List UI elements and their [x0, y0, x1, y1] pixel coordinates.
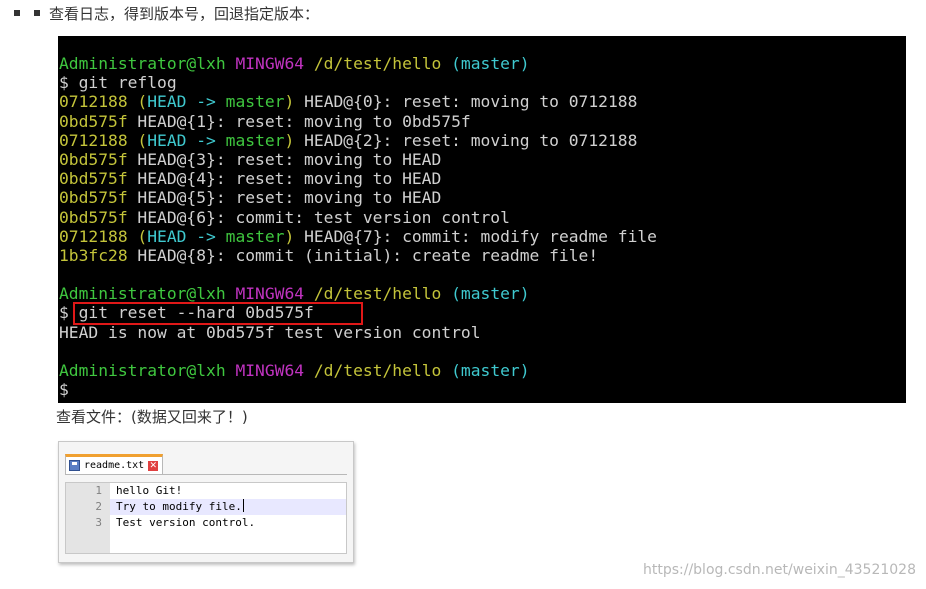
page: 查看日志，得到版本号，回退指定版本： Administrator@lxh MIN…	[0, 0, 926, 589]
terminal-line: Administrator@lxh MINGW64 /d/test/hello …	[58, 54, 906, 73]
terminal-text: MINGW64	[235, 284, 314, 304]
terminal-text: 0712188	[59, 92, 138, 112]
terminal-line: 0712188 (HEAD -> master) HEAD@{7}: commi…	[58, 227, 906, 246]
terminal-text: master	[225, 130, 285, 150]
terminal-text: HEAD@{6}: commit: test version control	[137, 207, 510, 227]
terminal-text: 0bd575f	[59, 149, 138, 169]
terminal-text: )	[284, 130, 295, 150]
terminal-text: 0bd575f	[59, 111, 138, 131]
text-caret	[242, 499, 244, 512]
terminal-line: $	[58, 380, 906, 399]
terminal-line: 0bd575f HEAD@{5}: reset: moving to HEAD	[58, 188, 906, 207]
terminal-line: HEAD is now at 0bd575f test version cont…	[58, 323, 906, 342]
line-number: 2	[66, 499, 110, 515]
editor-tab-strip: readme.txt ✕	[65, 454, 347, 475]
editor-screenshot: readme.txt ✕ 1 hello Git! 2 Try to modify f…	[58, 441, 354, 563]
terminal-text: HEAD@{1}: reset: moving to 0bd575f	[137, 111, 471, 131]
terminal-line: 0bd575f HEAD@{3}: reset: moving to HEAD	[58, 150, 906, 169]
terminal-text: $	[59, 380, 69, 400]
terminal-text: MINGW64	[235, 54, 314, 73]
terminal-text: )	[284, 226, 295, 246]
file-saved-icon	[69, 460, 80, 471]
close-icon[interactable]: ✕	[148, 460, 159, 471]
line-number: 3	[66, 515, 110, 531]
terminal-text: HEAD@{3}: reset: moving to HEAD	[137, 149, 442, 169]
terminal-text: $ git reflog	[59, 73, 177, 93]
terminal-text: HEAD@{4}: reset: moving to HEAD	[137, 169, 442, 189]
intro-text: 查看日志，得到版本号，回退指定版本：	[49, 4, 320, 23]
terminal-text: 0bd575f	[59, 169, 138, 189]
terminal-text: HEAD@{2}: reset: moving to 0712188	[294, 130, 638, 150]
editor-gutter	[66, 531, 110, 553]
caption-text: 查看文件：(数据又回来了！)	[56, 408, 248, 426]
terminal-line: $ git reflog	[58, 73, 906, 92]
terminal-text: HEAD is now at 0bd575f test version cont…	[59, 322, 481, 342]
editor-line[interactable]: 2 Try to modify file.	[66, 499, 346, 515]
terminal-text: HEAD@{8}: commit (initial): create readm…	[137, 245, 599, 265]
terminal-line: 0712188 (HEAD -> master) HEAD@{2}: reset…	[58, 131, 906, 150]
terminal-text: HEAD ->	[147, 226, 226, 246]
intro-line: 查看日志，得到版本号，回退指定版本：	[14, 2, 319, 24]
watermark: https://blog.csdn.net/weixin_43521028	[642, 562, 916, 578]
terminal-text: (	[137, 92, 148, 112]
terminal-line: 0bd575f HEAD@{6}: commit: test version c…	[58, 208, 906, 227]
terminal-text: (master)	[451, 361, 530, 380]
terminal-line: 1b3fc28 HEAD@{8}: commit (initial): crea…	[58, 246, 906, 265]
editor-tab-readme[interactable]: readme.txt ✕	[65, 454, 163, 474]
terminal-text: /d/test/hello	[313, 361, 452, 380]
terminal-line: Administrator@lxh MINGW64 /d/test/hello …	[58, 284, 906, 303]
editor-tab-label: readme.txt	[84, 460, 145, 471]
line-text: Test version control.	[116, 516, 256, 529]
terminal-text: 1b3fc28	[59, 245, 138, 265]
editor-line[interactable]: 1 hello Git!	[66, 483, 346, 499]
editor-text-area[interactable]: 1 hello Git! 2 Try to modify file. 3 Test ver…	[65, 482, 347, 554]
line-text: Try to modify file.	[116, 500, 242, 513]
terminal-line: 0bd575f HEAD@{1}: reset: moving to 0bd57…	[58, 112, 906, 131]
terminal-line: 0bd575f HEAD@{4}: reset: moving to HEAD	[58, 169, 906, 188]
terminal-line: Administrator@lxh MINGW64 /d/test/hello …	[58, 361, 906, 380]
terminal-screenshot: Administrator@lxh MINGW64 /d/test/hello …	[58, 36, 906, 403]
terminal-line: 0712188 (HEAD -> master) HEAD@{0}: reset…	[58, 92, 906, 111]
terminal-text: HEAD@{0}: reset: moving to 0712188	[294, 92, 638, 112]
terminal-text: 0712188	[59, 226, 138, 246]
terminal-text: HEAD@{7}: commit: modify readme file	[294, 226, 657, 246]
editor-line[interactable]: 3 Test version control.	[66, 515, 346, 531]
terminal-text: master	[225, 226, 285, 246]
terminal-text: HEAD ->	[147, 92, 226, 112]
bullet-outer-icon	[14, 10, 20, 16]
line-number: 1	[66, 483, 110, 499]
terminal-text: )	[284, 92, 295, 112]
terminal-text: 0bd575f	[59, 207, 138, 227]
terminal-text: (master)	[451, 284, 530, 304]
line-text: hello Git!	[116, 484, 183, 497]
terminal-text: (master)	[451, 54, 530, 73]
terminal-text: HEAD@{5}: reset: moving to HEAD	[137, 188, 442, 208]
terminal-text: 0712188	[59, 130, 138, 150]
terminal-text: (	[137, 226, 148, 246]
terminal-text: HEAD ->	[147, 130, 226, 150]
terminal-text: MINGW64	[235, 361, 314, 380]
terminal-text: (	[137, 130, 148, 150]
terminal-text: Administrator@lxh	[59, 361, 236, 380]
terminal-text: 0bd575f	[59, 188, 138, 208]
terminal-text: /d/test/hello	[313, 284, 452, 304]
command-highlight-box	[73, 302, 363, 325]
terminal-text: Administrator@lxh	[59, 284, 236, 304]
terminal-text: /d/test/hello	[313, 54, 452, 73]
bullet-inner-icon	[34, 10, 40, 16]
terminal-text: master	[225, 92, 285, 112]
terminal-text: Administrator@lxh	[59, 54, 236, 73]
